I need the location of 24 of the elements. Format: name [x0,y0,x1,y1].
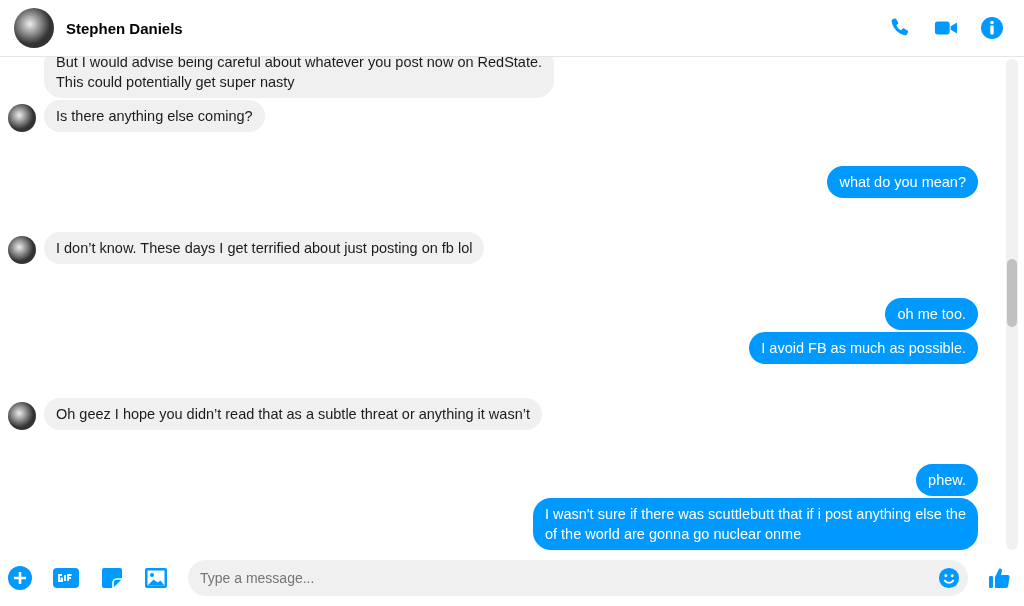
scrollbar-thumb[interactable] [1007,259,1017,327]
message-bubble: I wasn't sure if there was scuttlebutt that if i post anything else the of the world are gonna go nuclear onme [532,498,978,550]
message-bubble: what do you mean? [827,166,978,198]
info-icon[interactable] [980,16,1004,40]
message-bubble: phew. [916,464,978,496]
message-bubble: But I would advise being careful about whatever you post now on RedState. This could potentially get super nasty [44,57,555,98]
thumbs-up-icon[interactable] [988,566,1012,590]
image-icon[interactable] [144,566,168,590]
avatar [8,236,36,264]
gif-icon[interactable] [52,566,80,590]
avatar [8,402,36,430]
message-bubble: Oh geez I hope you didn’t read that as a subtle threat or anything it wasn’t [44,398,542,430]
message-bubble: oh me too. [885,298,978,330]
message-bubble: I avoid FB as much as possible. [749,332,978,364]
message-bubble: Is there anything else coming? [44,100,265,132]
plus-icon[interactable] [8,566,32,590]
avatar [14,8,54,48]
contact-name: Stephen Daniels [66,19,183,37]
avatar [8,104,36,132]
message-field[interactable]: Type a message... [188,560,968,596]
sticker-icon[interactable] [100,566,124,590]
scrollbar[interactable] [1006,59,1018,550]
emoji-icon[interactable] [938,567,960,589]
message-bubble: I don’t know. These days I get terrified about just posting on fb lol [44,232,485,264]
